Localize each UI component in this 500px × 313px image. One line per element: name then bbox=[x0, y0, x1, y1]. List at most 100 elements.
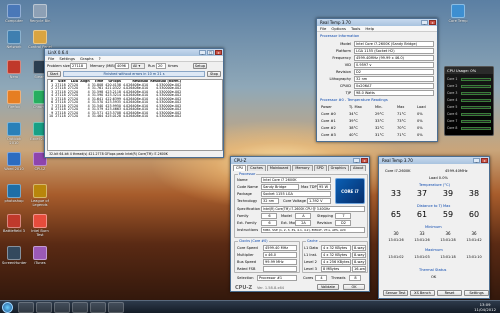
table-row[interactable]: 10 27118 27120 4 31.464 425.0128 4.026408e-010… bbox=[48, 114, 182, 119]
problem-size-input[interactable]: 27118 bbox=[70, 63, 87, 69]
cpuz-title-bar[interactable]: CPU-Z _ x bbox=[231, 157, 369, 164]
taskbar: 13:09 11/04/2012 bbox=[0, 300, 500, 313]
specification-label: Specification bbox=[237, 207, 261, 211]
desktop-icon-label: ScreenHunter bbox=[2, 261, 27, 265]
reset-button[interactable]: Reset bbox=[437, 290, 462, 296]
desktop-icon-label: CPU-Z bbox=[34, 167, 46, 171]
desktop-icon-13[interactable]: League of Legends bbox=[28, 184, 52, 207]
field-label: Frequency bbox=[332, 56, 351, 60]
desktop-icon-10[interactable]: Word 2010 bbox=[2, 152, 26, 171]
run-count-input[interactable]: 20 bbox=[156, 63, 166, 69]
mins-value: 36 bbox=[471, 231, 477, 236]
close-icon[interactable]: x bbox=[481, 158, 488, 163]
l1-data-label: L1 Data bbox=[304, 246, 319, 250]
linx-menu-graphs[interactable]: Graphs bbox=[80, 56, 94, 61]
linx-menu-help[interactable]: ? bbox=[99, 56, 101, 61]
tab-caches[interactable]: Caches bbox=[247, 165, 266, 171]
tab-about[interactable]: About bbox=[350, 165, 367, 171]
close-icon[interactable]: x bbox=[429, 20, 436, 25]
desktop-icon-6[interactable]: Firefox bbox=[2, 90, 26, 109]
desktop-icon-label: photoshop bbox=[4, 199, 24, 203]
desktop-icon-1[interactable]: Recycle Bin bbox=[28, 4, 52, 23]
taskbar-media-icon[interactable] bbox=[54, 302, 70, 313]
sensor-test-button[interactable]: Sensor Test bbox=[383, 290, 408, 296]
desktop-icon-label: League of Legends bbox=[31, 199, 49, 207]
rt-menu-help[interactable]: Help bbox=[365, 26, 374, 31]
desktop-icon-8[interactable]: Outlook 2010 bbox=[2, 122, 26, 145]
app-icon bbox=[7, 90, 21, 104]
desktop-icon-16[interactable]: ScreenHunter bbox=[2, 246, 27, 265]
rt-menu-options[interactable]: Options bbox=[331, 26, 346, 31]
level2-label: Level 2 bbox=[304, 260, 317, 264]
gadget-core-label: Core 6 bbox=[447, 112, 458, 116]
validate-button[interactable]: Validate bbox=[317, 284, 339, 290]
gadget-core-label: Core 2 bbox=[447, 84, 458, 88]
clock-date: 11/04/2012 bbox=[474, 307, 496, 312]
app-icon bbox=[7, 30, 21, 44]
temp-cell: 73°C bbox=[397, 119, 406, 123]
linx-title-bar[interactable]: LinX 0.6.4 _ □ x bbox=[45, 49, 223, 56]
field-label: CPUID bbox=[339, 84, 351, 88]
app-icon bbox=[7, 152, 21, 166]
desktop-icon-0[interactable]: Computer bbox=[2, 4, 26, 23]
cpu-meter-gadget[interactable]: CPU Usage: 0% Core 1 Core 2 Core 3 Core 4 Co… bbox=[444, 66, 494, 136]
rated-fsb-label: Rated FSB bbox=[237, 267, 256, 271]
taskbar-browser-icon[interactable] bbox=[36, 302, 52, 313]
taskbar-explorer-icon[interactable] bbox=[18, 302, 34, 313]
start-button[interactable]: Start bbox=[47, 71, 61, 77]
tab-spd[interactable]: SPD bbox=[313, 165, 327, 171]
minimize-icon[interactable]: _ bbox=[353, 158, 360, 163]
gadget-core-bar bbox=[461, 127, 491, 130]
maximize-icon[interactable]: □ bbox=[207, 50, 214, 55]
linx-title: LinX 0.6.4 bbox=[48, 50, 69, 55]
linx-menu-file[interactable]: File bbox=[48, 56, 54, 61]
cpu-model: Core i7-2600K bbox=[385, 169, 411, 173]
coretemp-title-bar[interactable]: Real Temp 3.70 _ x bbox=[379, 157, 489, 164]
tab-graphics[interactable]: Graphics bbox=[327, 165, 350, 171]
desktop-icon-17[interactable]: iTunes bbox=[28, 246, 52, 265]
desktop-icon-15[interactable]: Intel Burn Test bbox=[28, 214, 52, 237]
ok-button[interactable]: OK bbox=[343, 284, 365, 290]
app-icon bbox=[7, 214, 21, 228]
memory-input[interactable]: 4096 bbox=[115, 63, 129, 69]
linx-menu-settings[interactable]: Settings bbox=[59, 56, 75, 61]
taskbar-cpuz-icon[interactable] bbox=[90, 302, 106, 313]
realtemp-info-title-bar[interactable]: Real Temp 3.70 _ x bbox=[317, 19, 437, 26]
times-label: times bbox=[168, 64, 178, 68]
rt-menu-tools[interactable]: Tools bbox=[351, 26, 360, 31]
taskbar-clock[interactable]: 13:09 11/04/2012 bbox=[474, 302, 496, 312]
taskbar-linx-icon[interactable] bbox=[72, 302, 88, 313]
tab-cpu[interactable]: CPU bbox=[233, 165, 247, 171]
temp-cell: Core #1 bbox=[321, 119, 336, 123]
temp-cell: 71°C bbox=[397, 133, 406, 137]
desktop-icon-3[interactable]: Control Panel bbox=[28, 30, 52, 49]
minimize-icon[interactable]: _ bbox=[199, 50, 206, 55]
minimize-icon[interactable]: _ bbox=[421, 20, 428, 25]
gadget-core-bar bbox=[461, 85, 491, 88]
start-orb-icon[interactable] bbox=[2, 302, 13, 313]
cpuz-brand: CPU-Z bbox=[235, 285, 253, 291]
dist-value: 61 bbox=[416, 210, 428, 219]
memory-mode-select[interactable]: All ▾ bbox=[131, 63, 145, 69]
code-name-value: Sandy Bridge bbox=[261, 184, 299, 190]
desktop-icon-18[interactable]: Core Temp bbox=[446, 4, 470, 23]
desktop-icon-14[interactable]: Battlefield 3 bbox=[2, 214, 26, 233]
package-label: Package bbox=[237, 192, 252, 196]
xs-bench-button[interactable]: XS Bench bbox=[410, 290, 435, 296]
stop-button[interactable]: Stop bbox=[207, 71, 221, 77]
stepping-label: Stepping bbox=[317, 214, 334, 218]
desktop-icon-2[interactable]: Network bbox=[2, 30, 26, 49]
settings-button[interactable]: Settings bbox=[464, 290, 489, 296]
close-icon[interactable]: x bbox=[215, 50, 222, 55]
tab-mainboard[interactable]: Mainboard bbox=[266, 165, 292, 171]
desktop-icon-4[interactable]: Nero bbox=[2, 60, 26, 79]
processor-selection-select[interactable]: Processor #1 bbox=[257, 275, 297, 281]
close-icon[interactable]: x bbox=[361, 158, 368, 163]
gadget-core-bar bbox=[461, 99, 491, 102]
taskbar-realtemp-icon[interactable] bbox=[108, 302, 124, 313]
tab-memory[interactable]: Memory bbox=[292, 165, 313, 171]
rt-menu-file[interactable]: File bbox=[320, 26, 326, 31]
minimize-icon[interactable]: _ bbox=[473, 158, 480, 163]
settings-button[interactable]: Setup bbox=[193, 63, 207, 69]
desktop-icon-12[interactable]: photoshop bbox=[2, 184, 26, 203]
